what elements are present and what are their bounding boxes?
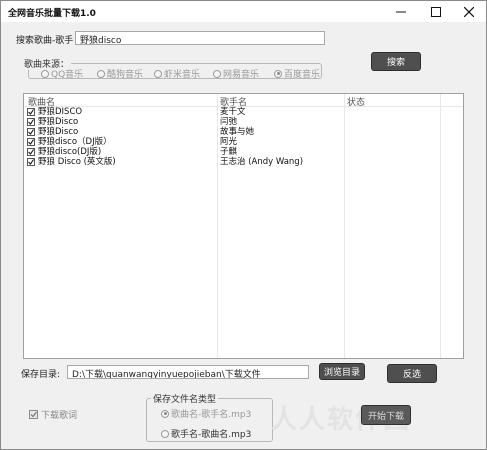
song-name-cell: 野狼DISCO [38,107,83,117]
invert-selection-button[interactable]: 反选 [387,364,437,383]
artist-name-cell: 阿光 [220,137,238,147]
artist-name-cell: 故事与她 [220,127,255,137]
maximize-icon [431,6,441,17]
source-kugou-radio[interactable]: 酷狗音乐 [97,67,143,80]
save-label: 保存目录: [21,370,61,380]
close-icon [464,6,474,17]
row-checkbox[interactable] [27,108,35,116]
table-row[interactable]: 野狼Disco 闫弛 [24,117,463,127]
title-bar: 全网音乐批量下载1.0 [1,1,486,22]
minimize-icon [396,11,406,12]
source-baidu-radio[interactable]: 百度音乐 [274,67,320,80]
naming-song-artist-label: 歌曲名-歌手名.mp3 [171,410,252,420]
song-name-cell: 野狼disco（DJ版） [38,137,112,147]
table-row[interactable]: 野狼Disco 故事与她 [24,127,463,137]
row-checkbox[interactable] [27,118,35,126]
radio-qq-dot [41,69,49,78]
table-row[interactable]: 野狼disco（DJ版） 阿光 [24,137,463,147]
radio-baidu-dot [274,69,282,78]
lyrics-checkbox-box [29,410,38,419]
song-name-cell: 野狼Disco [38,117,79,127]
source-qq-radio[interactable]: QQ音乐 [41,67,83,80]
row-checkbox[interactable] [27,138,35,146]
naming-artist-song-radio[interactable]: 歌手名-歌曲名.mp3 [161,427,251,440]
source-netease-radio[interactable]: 网易音乐 [213,67,259,80]
radio-kugou-dot [97,69,105,78]
window-title: 全网音乐批量下载1.0 [8,9,96,19]
minimize-button[interactable] [384,1,418,22]
check-icon [28,129,34,135]
radio-netease-dot [213,69,221,78]
table-row[interactable]: 野狼 Disco (英文版) 王志治 (Andy Wang) [24,157,463,167]
artist-name-cell: 麦千文 [220,107,246,117]
source-xiami-radio[interactable]: 虾米音乐 [154,67,200,80]
song-name-cell: 野狼disco(DJ版) [38,147,102,157]
radio-xiami-dot [154,69,162,78]
naming-legend: 保存文件名类型 [151,392,219,405]
search-button[interactable]: 搜索 [371,52,421,71]
browse-button[interactable]: 浏览目录 [319,363,365,380]
table-row[interactable]: 野狼disco(DJ版) 子麒 [24,147,463,157]
check-icon [28,139,34,145]
start-download-button[interactable]: 开始下载 [361,405,411,425]
artist-name-cell: 闫弛 [220,117,238,127]
app-window: 全网音乐批量下载1.0 搜索歌曲-歌手 野狼disco 搜索 歌曲来源： QQ音… [0,0,487,450]
search-label: 搜索歌曲-歌手 [16,36,74,46]
source-netease-label: 网易音乐 [223,70,260,80]
lyrics-label: 下载歌词 [41,411,78,421]
source-baidu-label: 百度音乐 [284,70,321,80]
source-qq-label: QQ音乐 [51,70,84,80]
artist-name-cell: 王志治 (Andy Wang) [220,157,304,167]
source-kugou-label: 酷狗音乐 [107,70,144,80]
table-row[interactable]: 野狼DISCO 麦千文 [24,107,463,117]
check-icon [28,109,34,115]
radio-song-artist-dot [161,409,169,418]
naming-artist-song-label: 歌手名-歌曲名.mp3 [171,430,252,440]
song-table[interactable]: 歌曲名 歌手名 状态 野狼DISCO 麦千文 野狼Disco 闫弛 野狼Disco 故事与… [23,93,464,359]
radio-artist-song-dot [161,429,169,438]
lyrics-checkbox[interactable]: 下载歌词 [29,408,77,421]
row-checkbox[interactable] [27,128,35,136]
close-button[interactable] [452,1,486,22]
check-icon [28,159,34,165]
save-path-input[interactable]: D:\下载\quanwangyinyuepojieban\下载文件 [67,365,309,379]
row-checkbox[interactable] [27,158,35,166]
check-icon [28,149,34,155]
check-icon [28,119,34,125]
check-icon [30,411,37,418]
source-xiami-label: 虾米音乐 [164,70,201,80]
artist-name-cell: 子麒 [220,147,238,157]
naming-song-artist-radio[interactable]: 歌曲名-歌手名.mp3 [161,407,251,420]
song-name-cell: 野狼 Disco (英文版) [38,157,116,167]
table-header: 歌曲名 歌手名 状态 [24,94,463,108]
maximize-button[interactable] [419,1,453,22]
search-input[interactable]: 野狼disco [75,31,325,45]
song-name-cell: 野狼Disco [38,127,79,137]
row-checkbox[interactable] [27,148,35,156]
